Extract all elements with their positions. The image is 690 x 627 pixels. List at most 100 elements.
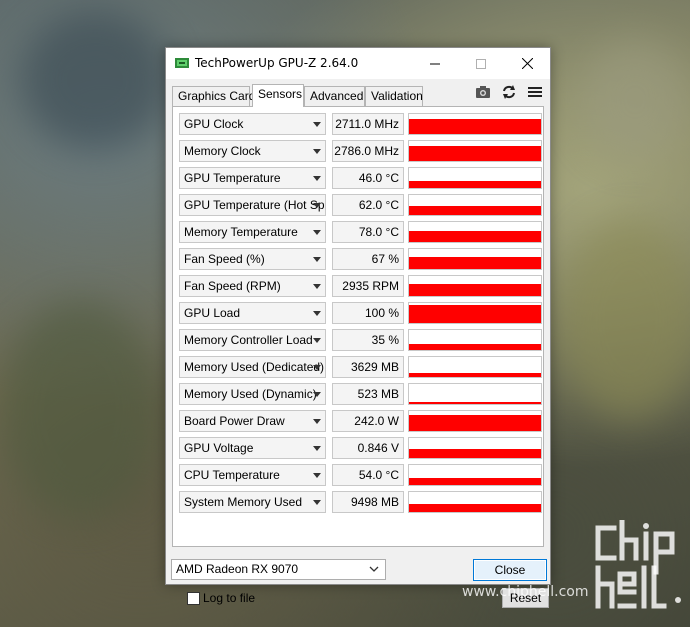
sensor-name-label: GPU Temperature — [184, 171, 281, 185]
window-title: TechPowerUp GPU-Z 2.64.0 — [195, 56, 359, 70]
sensor-name-label: Fan Speed (%) — [184, 252, 265, 266]
sensor-name-label: Fan Speed (RPM) — [184, 279, 281, 293]
minimize-button[interactable] — [412, 48, 458, 79]
dropdown-arrow-icon — [313, 203, 321, 208]
sensor-name-dropdown[interactable]: Memory Clock — [179, 140, 326, 162]
sensor-graph-fill — [409, 344, 541, 350]
menu-icon[interactable] — [526, 84, 544, 100]
sensor-row: Fan Speed (RPM) 2935 RPM — [179, 275, 542, 297]
close-button[interactable]: Close — [473, 559, 547, 581]
maximize-button[interactable] — [458, 48, 504, 79]
background-blur — [560, 220, 690, 420]
sensor-graph-fill — [409, 231, 541, 242]
sensor-name-label: GPU Clock — [184, 117, 244, 131]
tab-advanced[interactable]: Advanced — [304, 86, 365, 106]
sensor-name-dropdown[interactable]: GPU Temperature — [179, 167, 326, 189]
sensor-row: Memory Clock 2786.0 MHz — [179, 140, 542, 162]
log-to-file-checkbox[interactable] — [187, 592, 200, 605]
sensor-name-dropdown[interactable]: Fan Speed (RPM) — [179, 275, 326, 297]
gpuz-app-icon — [175, 58, 189, 68]
tab-graphics-card[interactable]: Graphics Card — [172, 86, 255, 106]
sensor-graph-fill — [409, 402, 541, 404]
sensor-name-dropdown[interactable]: CPU Temperature — [179, 464, 326, 486]
sensor-value: 35 % — [332, 329, 404, 351]
sensor-graph-fill — [409, 373, 541, 377]
background-blur — [20, 10, 170, 150]
sensor-row: Board Power Draw 242.0 W — [179, 410, 542, 432]
sensor-graph — [408, 437, 542, 459]
sensor-row: GPU Temperature 46.0 °C — [179, 167, 542, 189]
dropdown-arrow-icon — [313, 365, 321, 370]
sensor-name-label: GPU Load — [184, 306, 241, 320]
sensor-graph — [408, 113, 542, 135]
sensor-name-dropdown[interactable]: Memory Used (Dedicated) — [179, 356, 326, 378]
chiphell-logo — [595, 520, 681, 609]
camera-icon[interactable] — [474, 84, 492, 100]
sensor-graph — [408, 329, 542, 351]
sensor-graph — [408, 194, 542, 216]
sensor-value: 242.0 W — [332, 410, 404, 432]
dropdown-arrow-icon — [313, 284, 321, 289]
sensor-row: GPU Temperature (Hot Spot) 62.0 °C — [179, 194, 542, 216]
sensor-value: 3629 MB — [332, 356, 404, 378]
dropdown-arrow-icon — [313, 392, 321, 397]
sensor-graph — [408, 302, 542, 324]
sensor-graph — [408, 140, 542, 162]
refresh-icon[interactable] — [500, 84, 518, 100]
sensor-graph — [408, 383, 542, 405]
sensor-graph-fill — [409, 449, 541, 458]
sensor-value: 2711.0 MHz — [332, 113, 404, 135]
sensor-graph-fill — [409, 305, 541, 323]
sensor-name-dropdown[interactable]: Fan Speed (%) — [179, 248, 326, 270]
tab-validation[interactable]: Validation — [365, 86, 423, 106]
sensor-row: GPU Clock 2711.0 MHz — [179, 113, 542, 135]
sensor-value: 2786.0 MHz — [332, 140, 404, 162]
tab-sensors[interactable]: Sensors — [252, 84, 304, 107]
sensor-graph-fill — [409, 257, 541, 269]
sensor-graph-fill — [409, 415, 541, 431]
sensor-graph-fill — [409, 206, 541, 215]
sensor-value: 67 % — [332, 248, 404, 270]
sensor-name-dropdown[interactable]: Memory Controller Load — [179, 329, 326, 351]
sensor-graph-fill — [409, 284, 541, 296]
sensor-row: Memory Used (Dynamic) 523 MB — [179, 383, 542, 405]
sensor-row: GPU Voltage 0.846 V — [179, 437, 542, 459]
dropdown-arrow-icon — [313, 311, 321, 316]
sensor-name-dropdown[interactable]: Memory Temperature — [179, 221, 326, 243]
sensor-graph-fill — [409, 478, 541, 485]
sensor-name-dropdown[interactable]: GPU Voltage — [179, 437, 326, 459]
sensor-value: 0.846 V — [332, 437, 404, 459]
sensor-name-label: Memory Controller Load — [184, 333, 313, 347]
sensor-row: System Memory Used 9498 MB — [179, 491, 542, 513]
sensor-name-dropdown[interactable]: System Memory Used — [179, 491, 326, 513]
sensor-name-label: Memory Temperature — [184, 225, 298, 239]
gpu-select-value: AMD Radeon RX 9070 — [176, 562, 299, 576]
sensor-name-label: GPU Temperature (Hot Spot) — [184, 198, 326, 212]
sensor-value: 2935 RPM — [332, 275, 404, 297]
sensor-row: Memory Controller Load 35 % — [179, 329, 542, 351]
sensor-name-label: Board Power Draw — [184, 414, 285, 428]
background-blur — [580, 40, 690, 160]
sensor-row: Memory Used (Dedicated) 3629 MB — [179, 356, 542, 378]
sensor-name-dropdown[interactable]: Memory Used (Dynamic) — [179, 383, 326, 405]
sensor-graph — [408, 410, 542, 432]
sensor-name-dropdown[interactable]: Board Power Draw — [179, 410, 326, 432]
watermark-url: www.chiphell.com — [462, 584, 589, 600]
sensor-row: Fan Speed (%) 67 % — [179, 248, 542, 270]
sensor-row: CPU Temperature 54.0 °C — [179, 464, 542, 486]
sensor-graph — [408, 356, 542, 378]
chevron-down-icon — [369, 566, 379, 572]
gpu-select[interactable]: AMD Radeon RX 9070 — [171, 559, 386, 580]
sensor-name-dropdown[interactable]: GPU Load — [179, 302, 326, 324]
sensor-name-dropdown[interactable]: GPU Clock — [179, 113, 326, 135]
dropdown-arrow-icon — [313, 122, 321, 127]
dropdown-arrow-icon — [313, 500, 321, 505]
log-to-file-label: Log to file — [203, 591, 256, 605]
sensor-name-dropdown[interactable]: GPU Temperature (Hot Spot) — [179, 194, 326, 216]
sensor-value: 46.0 °C — [332, 167, 404, 189]
title-bar[interactable]: TechPowerUp GPU-Z 2.64.0 — [166, 48, 550, 79]
sensor-name-label: Memory Clock — [184, 144, 261, 158]
sensor-value: 62.0 °C — [332, 194, 404, 216]
sensor-value: 523 MB — [332, 383, 404, 405]
close-window-button[interactable] — [504, 48, 550, 79]
